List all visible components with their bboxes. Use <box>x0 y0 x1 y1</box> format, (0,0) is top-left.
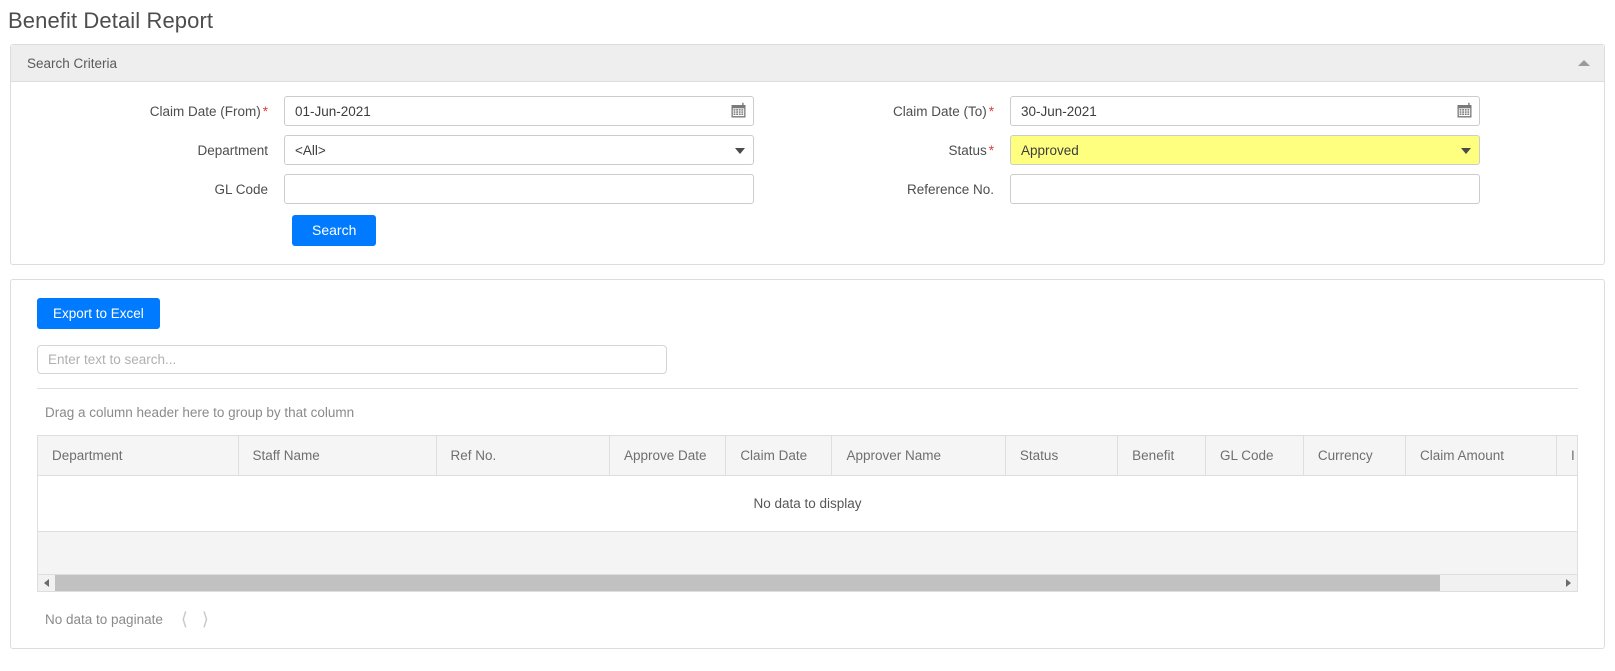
search-button[interactable]: Search <box>292 215 377 247</box>
caret-up-icon[interactable] <box>1578 60 1590 66</box>
required-marker: * <box>988 103 994 119</box>
gl-code-wrap <box>284 174 754 204</box>
pagination-bar: No data to paginate ⟨ ⟩ <box>37 592 1578 628</box>
grid-search-input[interactable] <box>37 345 667 375</box>
column-header-gl-code[interactable]: GL Code <box>1205 436 1304 477</box>
search-form: Claim Date (From) * 01-Jun-2021 Claim Da… <box>11 96 1604 204</box>
data-grid-table: Department Staff Name Ref No. Approve Da… <box>38 436 1577 533</box>
gl-code-input[interactable] <box>284 174 754 204</box>
department-wrap: <All> <box>284 135 754 165</box>
department-select[interactable]: <All> <box>284 135 754 165</box>
no-data-message: No data to display <box>38 475 1577 533</box>
claim-date-to-label: Claim Date (To) * <box>892 103 994 119</box>
search-criteria-header[interactable]: Search Criteria <box>11 45 1604 82</box>
results-body: Export to Excel Drag a column header her… <box>11 280 1604 648</box>
search-button-row: Search <box>11 204 1604 247</box>
reference-no-input[interactable] <box>1010 174 1480 204</box>
gl-code-label: GL Code <box>214 181 268 197</box>
pagination-arrows: ⟨ ⟩ <box>181 610 209 628</box>
table-header-row: Department Staff Name Ref No. Approve Da… <box>38 436 1577 477</box>
reference-no-label: Reference No. <box>906 181 994 197</box>
claim-date-from-label: Claim Date (From) * <box>149 103 268 119</box>
results-panel: Export to Excel Drag a column header her… <box>10 279 1605 650</box>
empty-row: No data to display <box>38 475 1577 533</box>
status-wrap: Approved <box>1010 135 1480 165</box>
status-label: Status * <box>948 142 994 158</box>
column-header-ref-no[interactable]: Ref No. <box>436 436 610 477</box>
grid-horizontal-scrollbar[interactable] <box>37 575 1578 593</box>
data-grid: Department Staff Name Ref No. Approve Da… <box>37 435 1578 576</box>
column-header-benefit[interactable]: Benefit <box>1117 436 1206 477</box>
column-header-claim-amount[interactable]: Claim Amount <box>1405 436 1557 477</box>
column-header-approver-name[interactable]: Approver Name <box>831 436 1006 477</box>
required-marker: * <box>988 142 994 158</box>
search-criteria-panel: Search Criteria Claim Date (From) * 01-J… <box>10 44 1605 266</box>
column-header-approve-date[interactable]: Approve Date <box>609 436 727 477</box>
calendar-icon[interactable] <box>730 102 747 119</box>
column-header-department[interactable]: Department <box>38 436 239 477</box>
claim-date-to-wrap <box>1010 96 1480 126</box>
grid-wrapper: Drag a column header here to group by th… <box>37 388 1578 628</box>
column-header-claim-date[interactable]: Claim Date <box>725 436 833 477</box>
scrollbar-track[interactable] <box>55 575 1560 592</box>
required-marker: * <box>262 103 268 119</box>
search-criteria-title: Search Criteria <box>27 55 118 71</box>
claim-date-to-input[interactable] <box>1010 96 1480 126</box>
pagination-status: No data to paginate <box>45 611 163 627</box>
chevron-left-icon[interactable]: ⟨ <box>181 610 188 628</box>
grid-footer-band <box>38 532 1577 576</box>
claim-date-from-wrap <box>284 96 754 126</box>
department-label: Department <box>197 142 268 158</box>
page-title: Benefit Detail Report <box>8 8 214 33</box>
column-header-currency[interactable]: Currency <box>1303 436 1406 477</box>
calendar-icon[interactable] <box>1456 102 1473 119</box>
column-header-staff-name[interactable]: Staff Name <box>238 436 437 477</box>
reference-no-wrap <box>1010 174 1480 204</box>
status-select[interactable]: Approved <box>1010 135 1480 165</box>
claim-date-from-input[interactable] <box>284 96 754 126</box>
scroll-left-arrow-icon[interactable] <box>38 575 55 592</box>
column-header-truncated[interactable]: I <box>1556 436 1577 477</box>
scroll-right-arrow-icon[interactable] <box>1560 575 1577 592</box>
chevron-right-icon[interactable]: ⟩ <box>202 610 209 628</box>
scrollbar-thumb[interactable] <box>55 575 1440 592</box>
group-by-drop-area[interactable]: Drag a column header here to group by th… <box>37 389 1578 435</box>
search-criteria-body: Claim Date (From) * 01-Jun-2021 Claim Da… <box>11 82 1604 264</box>
export-to-excel-button[interactable]: Export to Excel <box>37 298 160 330</box>
column-header-status[interactable]: Status <box>1005 436 1119 477</box>
